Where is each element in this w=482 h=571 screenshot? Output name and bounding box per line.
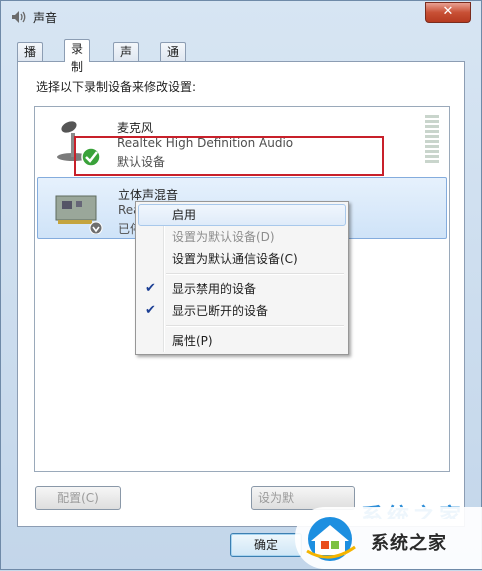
close-icon: ✕	[442, 4, 454, 19]
context-menu: 启用 设置为默认设备(D) 设置为默认通信设备(C) ✔ 显示禁用的设备 ✔ 显…	[135, 201, 349, 355]
checkmark-icon: ✔	[145, 303, 156, 318]
menu-item-properties[interactable]: 属性(P)	[138, 330, 346, 352]
tab-playback[interactable]: 播放	[17, 42, 44, 77]
device-name: 麦克风	[117, 121, 154, 135]
menu-item-enable[interactable]: 启用	[138, 204, 346, 226]
window-title: 声音	[33, 11, 58, 25]
close-button[interactable]: ✕	[425, 2, 471, 23]
configure-button[interactable]: 配置(C)	[35, 486, 121, 510]
checkmark-icon: ✔	[145, 281, 156, 296]
sound-dialog: 声音 ✕ 播放 录制 声音 通信 选择以下录制设备来修改设置: 麦克风 Real…	[0, 0, 482, 570]
instruction-text: 选择以下录制设备来修改设置:	[36, 80, 197, 94]
sound-card-icon	[55, 195, 103, 234]
menu-item-set-default[interactable]: 设置为默认设备(D)	[138, 226, 346, 248]
annotation-highlight	[74, 136, 384, 176]
tab-recording[interactable]: 录制	[64, 39, 91, 74]
menu-item-set-default-comm[interactable]: 设置为默认通信设备(C)	[138, 248, 346, 270]
menu-item-show-disconnected[interactable]: ✔ 显示已断开的设备	[138, 300, 346, 322]
title-bar[interactable]: 声音 ✕	[1, 1, 481, 33]
level-meter	[425, 115, 439, 163]
menu-separator	[166, 325, 344, 327]
speaker-icon	[12, 11, 26, 23]
tab-sounds[interactable]: 声音	[113, 42, 140, 77]
menu-separator	[166, 273, 344, 275]
house-logo-icon	[306, 517, 356, 561]
site-watermark: 系统之家 系统之家	[287, 499, 482, 571]
tab-communications[interactable]: 通信	[160, 42, 187, 77]
menu-item-show-disabled[interactable]: ✔ 显示禁用的设备	[138, 278, 346, 300]
watermark-text: 系统之家	[371, 533, 447, 554]
